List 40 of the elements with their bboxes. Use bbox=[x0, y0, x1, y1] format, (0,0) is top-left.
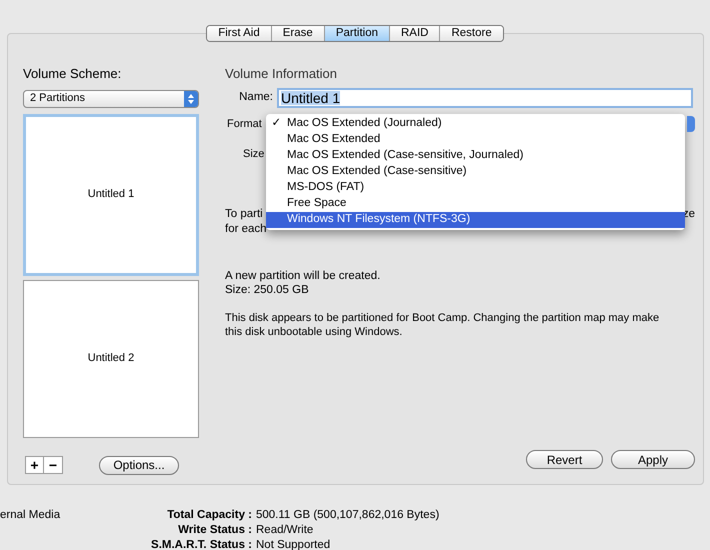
action-button[interactable]: Revert bbox=[526, 450, 603, 469]
warning-text: This disk appears to be partitioned for Boot Camp. Changing the partition map may make this disk unbootable using Windows. bbox=[225, 310, 660, 338]
tab[interactable]: Erase bbox=[270, 26, 324, 41]
field-label: Size bbox=[243, 147, 264, 162]
info-label: Total Capacity : bbox=[166, 508, 252, 523]
status-text: A new partition will be created. bbox=[225, 268, 382, 282]
stepper-icon bbox=[184, 90, 198, 106]
name-field[interactable]: Untitled 1 bbox=[277, 88, 693, 108]
remove-button[interactable]: − bbox=[44, 457, 62, 473]
hint-text: To parti bbox=[225, 206, 263, 222]
tab[interactable]: RAID bbox=[389, 26, 440, 41]
info-label: S.M.A.R.T. Status : bbox=[150, 538, 252, 550]
field-label: Format bbox=[227, 117, 262, 132]
hint-text: for each bbox=[225, 222, 268, 236]
info-label: Write Status : bbox=[177, 523, 252, 538]
scheme-popup[interactable]: 2 Partitions bbox=[23, 90, 199, 108]
tab[interactable]: Restore bbox=[439, 26, 503, 41]
partition-block[interactable]: Untitled 1 bbox=[23, 114, 199, 276]
info-value: Read/Write bbox=[256, 523, 314, 538]
menu-item[interactable]: ✓ Mac OS Extended (Journaled) bbox=[266, 116, 685, 132]
menu-item[interactable]: MS-DOS (FAT) bbox=[266, 180, 685, 196]
menu-item[interactable]: Free Space bbox=[266, 196, 685, 212]
tab[interactable]: Partition bbox=[324, 26, 389, 41]
format-popup[interactable] bbox=[687, 116, 695, 132]
partition-block[interactable]: Untitled 2 bbox=[23, 280, 199, 438]
section-label: Volume Scheme: bbox=[23, 65, 122, 83]
info-value: 500.11 GB (500,107,862,016 Bytes) bbox=[256, 508, 440, 523]
menu-item[interactable]: Windows NT Filesystem (NTFS-3G) bbox=[266, 212, 685, 228]
field-label: Name: bbox=[238, 90, 273, 105]
menu-item[interactable]: Mac OS Extended bbox=[266, 132, 685, 148]
check-mark: ✓ bbox=[272, 117, 282, 130]
section-title: Volume Information bbox=[225, 65, 338, 83]
tab[interactable]: First Aid bbox=[207, 26, 271, 41]
media-label: ernal Media bbox=[0, 508, 62, 523]
menu-item[interactable]: Mac OS Extended (Case-sensitive) bbox=[266, 164, 685, 180]
options-button[interactable]: Options... bbox=[99, 456, 179, 474]
status-text: Size: 250.05 GB bbox=[225, 282, 310, 296]
add-button[interactable]: + bbox=[26, 457, 44, 473]
menu-item[interactable]: Mac OS Extended (Case-sensitive, Journaled) bbox=[266, 148, 685, 164]
action-button[interactable]: Apply bbox=[611, 450, 695, 469]
